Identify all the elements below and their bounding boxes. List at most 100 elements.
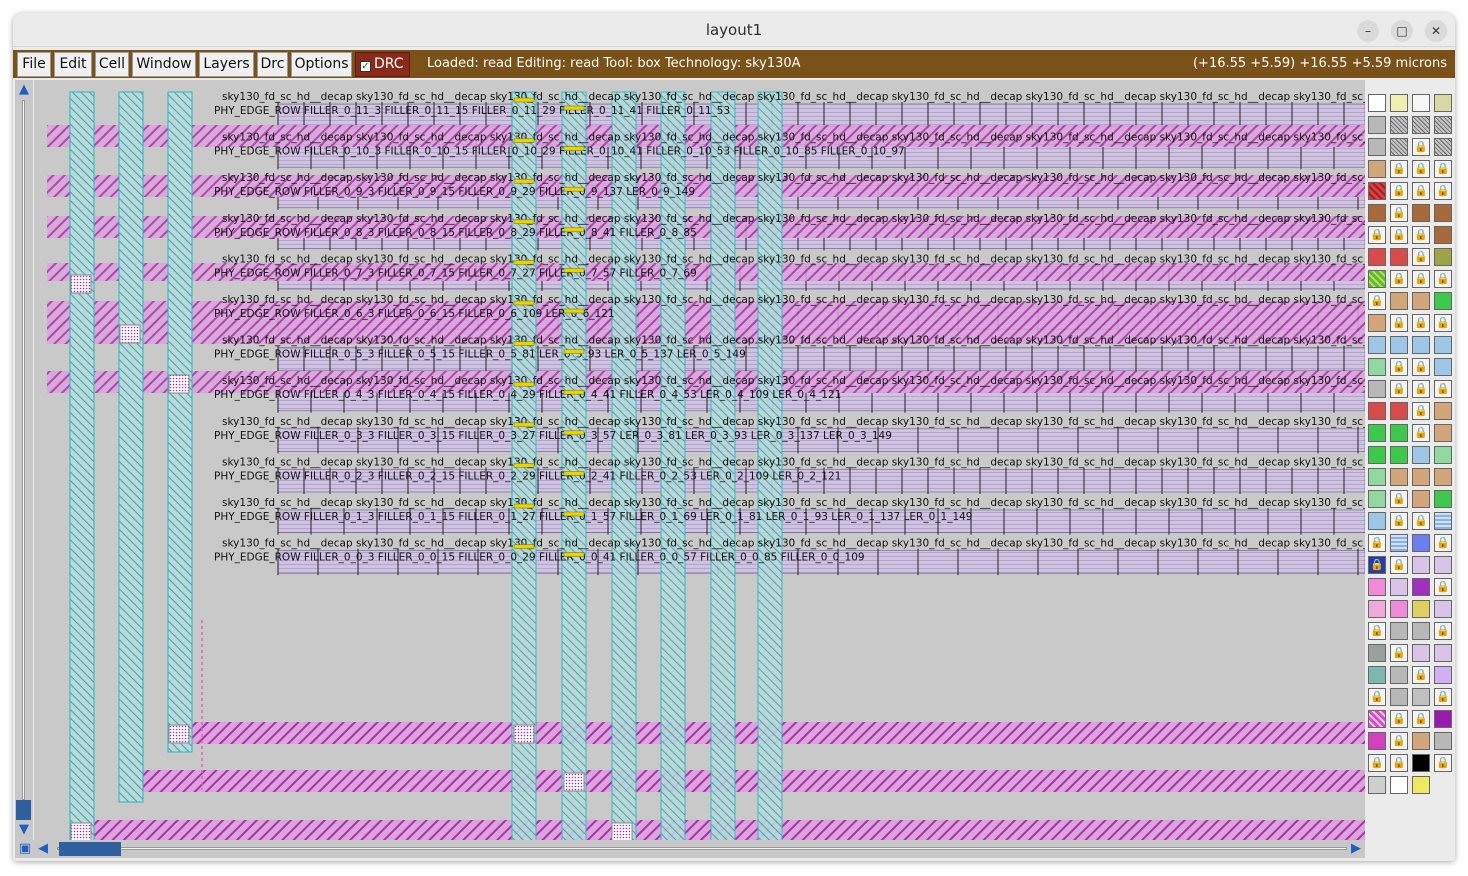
layer-lock-icon[interactable]: 🔒 xyxy=(1412,138,1430,156)
layer-swatch[interactable] xyxy=(1434,138,1452,156)
drc-toggle[interactable]: ✓ DRC xyxy=(355,52,410,77)
layer-swatch[interactable] xyxy=(1390,688,1408,706)
layer-swatch[interactable] xyxy=(1368,644,1386,662)
layer-swatch[interactable] xyxy=(1412,446,1430,464)
layer-swatch[interactable] xyxy=(1434,336,1452,354)
layer-lock-icon[interactable]: 🔒 xyxy=(1390,754,1408,772)
layer-lock-icon[interactable]: 🔒 xyxy=(1368,556,1386,574)
layer-swatch[interactable] xyxy=(1434,710,1452,728)
menu-cell[interactable]: Cell xyxy=(95,52,129,77)
layer-swatch[interactable] xyxy=(1368,182,1386,200)
layer-swatch[interactable] xyxy=(1390,468,1408,486)
layer-lock-icon[interactable]: 🔒 xyxy=(1390,270,1408,288)
layer-swatch[interactable] xyxy=(1368,138,1386,156)
layer-swatch[interactable] xyxy=(1412,622,1430,640)
layer-swatch[interactable] xyxy=(1412,732,1430,750)
layer-swatch[interactable] xyxy=(1368,468,1386,486)
layer-swatch[interactable] xyxy=(1434,204,1452,222)
layer-lock-icon[interactable]: 🔒 xyxy=(1390,204,1408,222)
layer-swatch[interactable] xyxy=(1390,248,1408,266)
layer-lock-icon[interactable]: 🔒 xyxy=(1390,358,1408,376)
layer-swatch[interactable] xyxy=(1434,226,1452,244)
layer-swatch[interactable] xyxy=(1368,710,1386,728)
layer-swatch[interactable] xyxy=(1368,776,1386,794)
maximize-button[interactable]: □ xyxy=(1391,20,1413,42)
layer-lock-icon[interactable]: 🔒 xyxy=(1412,380,1430,398)
scroll-left-arrow-icon[interactable]: ◀ xyxy=(35,841,51,857)
menu-file[interactable]: File xyxy=(17,52,51,77)
layer-swatch[interactable] xyxy=(1368,732,1386,750)
layer-lock-icon[interactable]: 🔒 xyxy=(1368,754,1386,772)
layer-lock-icon[interactable]: 🔒 xyxy=(1412,226,1430,244)
layer-swatch[interactable] xyxy=(1368,666,1386,684)
layer-swatch[interactable] xyxy=(1368,314,1386,332)
layer-swatch[interactable] xyxy=(1368,402,1386,420)
layer-lock-icon[interactable]: 🔒 xyxy=(1390,160,1408,178)
layer-lock-icon[interactable]: 🔒 xyxy=(1390,732,1408,750)
layer-swatch[interactable] xyxy=(1390,666,1408,684)
layer-lock-icon[interactable]: 🔒 xyxy=(1434,160,1452,178)
layer-lock-icon[interactable]: 🔒 xyxy=(1434,578,1452,596)
layer-swatch[interactable] xyxy=(1368,270,1386,288)
layer-lock-icon[interactable]: 🔒 xyxy=(1390,314,1408,332)
close-button[interactable]: ✕ xyxy=(1425,20,1447,42)
layer-swatch[interactable] xyxy=(1390,578,1408,596)
layer-lock-icon[interactable]: 🔒 xyxy=(1434,314,1452,332)
layer-swatch[interactable] xyxy=(1412,204,1430,222)
menu-edit[interactable]: Edit xyxy=(54,52,92,77)
layer-lock-icon[interactable]: 🔒 xyxy=(1412,182,1430,200)
layer-swatch[interactable] xyxy=(1434,358,1452,376)
layer-lock-icon[interactable]: 🔒 xyxy=(1390,710,1408,728)
layer-swatch[interactable] xyxy=(1368,94,1386,112)
layer-lock-icon[interactable]: 🔒 xyxy=(1434,270,1452,288)
layer-swatch[interactable] xyxy=(1368,160,1386,178)
layer-swatch[interactable] xyxy=(1434,292,1452,310)
layer-swatch[interactable] xyxy=(1412,556,1430,574)
layer-lock-icon[interactable]: 🔒 xyxy=(1412,314,1430,332)
layer-swatch[interactable] xyxy=(1368,578,1386,596)
vertical-scroll-thumb[interactable] xyxy=(16,800,31,820)
layer-lock-icon[interactable]: 🔒 xyxy=(1368,534,1386,552)
menu-window[interactable]: Window xyxy=(132,52,196,77)
layer-swatch[interactable] xyxy=(1434,94,1452,112)
layer-swatch[interactable] xyxy=(1434,490,1452,508)
layer-swatch[interactable] xyxy=(1412,490,1430,508)
layer-swatch[interactable] xyxy=(1412,600,1430,618)
layout-drawing[interactable]: sky130_fd_sc_hd__decap sky130_fd_sc_hd__… xyxy=(34,80,1365,840)
layer-lock-icon[interactable]: 🔒 xyxy=(1412,710,1430,728)
layer-swatch[interactable] xyxy=(1390,116,1408,134)
layer-lock-icon[interactable]: 🔒 xyxy=(1412,402,1430,420)
vertical-scroll-track[interactable] xyxy=(22,100,25,800)
layer-swatch[interactable] xyxy=(1390,534,1408,552)
layer-lock-icon[interactable]: 🔒 xyxy=(1412,512,1430,530)
layer-swatch[interactable] xyxy=(1434,600,1452,618)
layer-swatch[interactable] xyxy=(1412,578,1430,596)
layer-swatch[interactable] xyxy=(1368,424,1386,442)
layer-lock-icon[interactable]: 🔒 xyxy=(1390,182,1408,200)
layer-swatch[interactable] xyxy=(1412,534,1430,552)
layer-swatch[interactable] xyxy=(1412,116,1430,134)
title-bar[interactable]: layout1 – □ ✕ xyxy=(13,13,1455,47)
layer-swatch[interactable] xyxy=(1412,94,1430,112)
layer-swatch[interactable] xyxy=(1368,512,1386,530)
layer-swatch[interactable] xyxy=(1390,402,1408,420)
layer-swatch[interactable] xyxy=(1390,446,1408,464)
layer-lock-icon[interactable]: 🔒 xyxy=(1390,226,1408,244)
layer-lock-icon[interactable]: 🔒 xyxy=(1412,160,1430,178)
layer-lock-icon[interactable]: 🔒 xyxy=(1368,622,1386,640)
layer-lock-icon[interactable]: 🔒 xyxy=(1368,688,1386,706)
layout-canvas[interactable]: sky130_fd_sc_hd__decap sky130_fd_sc_hd__… xyxy=(34,80,1365,840)
horizontal-scrollbar[interactable]: ▣ ◀ ▶ xyxy=(15,840,1365,858)
layer-swatch[interactable] xyxy=(1368,446,1386,464)
layer-lock-icon[interactable]: 🔒 xyxy=(1412,424,1430,442)
layer-lock-icon[interactable]: 🔒 xyxy=(1368,226,1386,244)
layer-swatch[interactable] xyxy=(1412,468,1430,486)
layer-swatch[interactable] xyxy=(1434,424,1452,442)
layer-swatch[interactable] xyxy=(1368,336,1386,354)
layer-swatch[interactable] xyxy=(1390,776,1408,794)
layer-swatch[interactable] xyxy=(1368,490,1386,508)
layer-swatch[interactable] xyxy=(1390,336,1408,354)
zoom-box-icon[interactable]: ▣ xyxy=(17,841,33,857)
layer-lock-icon[interactable]: 🔒 xyxy=(1390,380,1408,398)
minimize-button[interactable]: – xyxy=(1357,20,1379,42)
